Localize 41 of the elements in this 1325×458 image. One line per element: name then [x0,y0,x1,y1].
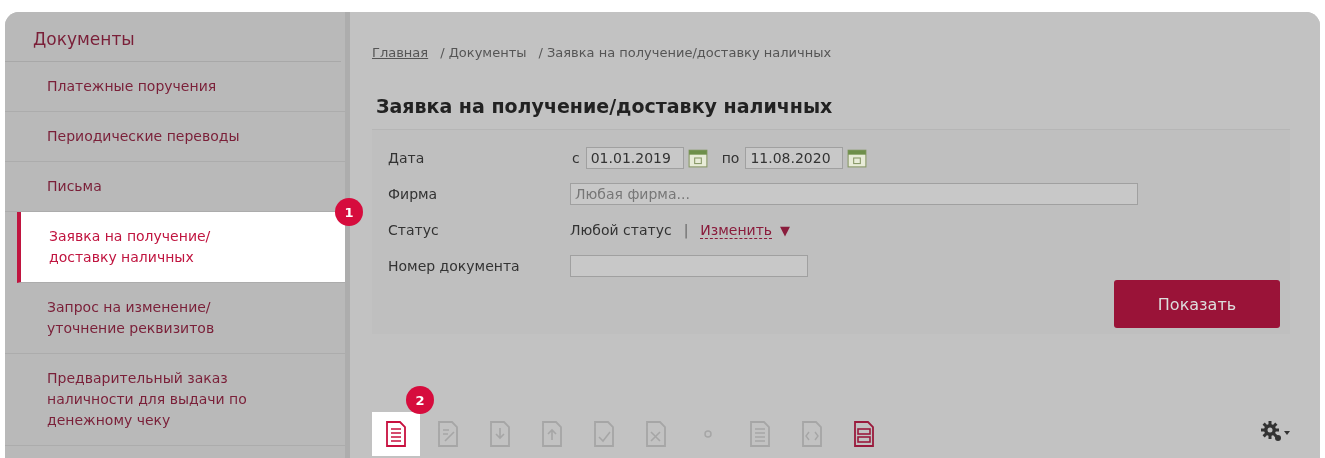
field-label: Дата [388,150,426,166]
sidebar-title: Документы [5,12,341,62]
date-field[interactable]: 01.01.2019 [585,147,684,169]
field-prefix: по [721,150,740,166]
field-label: Статус [388,222,440,238]
document-number-field[interactable] [570,255,808,277]
document-icon [748,420,772,448]
separator-text: | [683,222,689,238]
breadcrumb-link[interactable]: Главная [372,45,429,60]
toolbar-new-button[interactable] [372,412,420,456]
page-title: Заявка на получение/доставку наличных [376,95,834,117]
firm-field[interactable]: Любая фирма... [570,183,1138,205]
document-icon [488,420,512,448]
document-icon [644,420,668,448]
document-icon [436,420,460,448]
step-badge: 1 [335,198,363,226]
breadcrumb-item: / Заявка на получение/доставку наличных [538,45,832,60]
change-link[interactable]: Изменить [700,221,773,239]
calendar-icon[interactable] [687,148,708,168]
show-button[interactable]: Показать [1114,280,1280,328]
step-badge: 2 [406,386,434,414]
sidebar-item[interactable]: Заявка на получение/доставку наличных [17,212,345,283]
calendar-icon[interactable] [847,148,868,168]
breadcrumb-item: / Документы [440,45,527,60]
circle-icon [704,430,712,438]
sidebar-item[interactable]: Платежные поручения [5,62,345,112]
field-label: Фирма [388,186,439,202]
field-prefix: с [572,150,580,166]
document-icon [384,420,408,448]
settings-icon [1260,421,1290,443]
document-icon [592,420,616,448]
document-icon [852,420,876,448]
date-field[interactable]: 11.08.2020 [745,147,844,169]
status-value: Любой статус [570,222,672,238]
field-label: Номер документа [388,258,521,274]
caret-icon[interactable]: ▼ [780,222,791,238]
sidebar-item[interactable]: Периодические переводы [5,112,345,162]
document-icon [540,420,564,448]
sidebar-item[interactable]: Запрос на изменение/уточнение реквизитов [5,283,345,354]
sidebar-item[interactable]: Предварительный заказ наличности для выдачи по денежному чеку [5,354,345,446]
document-icon [800,420,824,448]
